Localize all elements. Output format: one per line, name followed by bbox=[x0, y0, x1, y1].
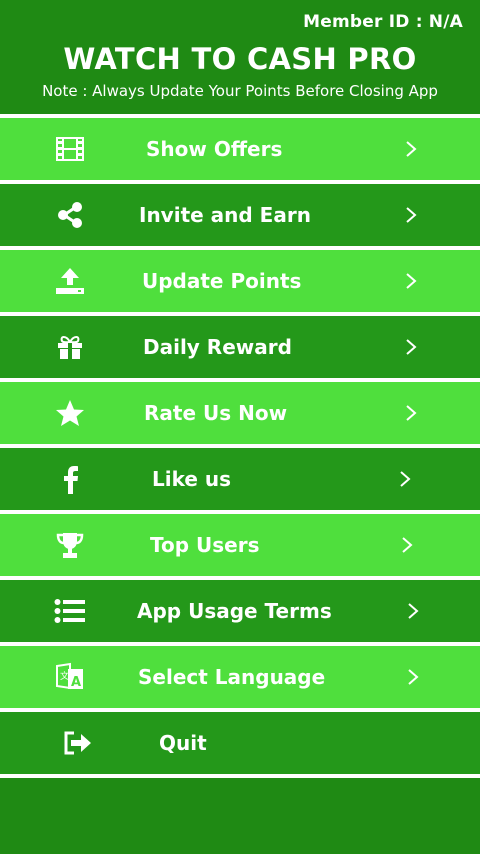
app-title: WATCH TO CASH PRO bbox=[63, 42, 417, 76]
menu-item-label: Show Offers bbox=[146, 137, 283, 161]
menu-item-daily-reward[interactable]: Daily Reward bbox=[0, 312, 480, 378]
menu-item-label: Rate Us Now bbox=[144, 401, 288, 425]
menu-item-top-users[interactable]: Top Users bbox=[0, 510, 480, 576]
gift-icon bbox=[54, 332, 86, 362]
member-id-label: Member ID : N/A bbox=[303, 12, 463, 32]
menu-item-update-points[interactable]: Update Points bbox=[0, 246, 480, 312]
list-icon bbox=[54, 596, 86, 626]
trophy-icon bbox=[54, 530, 86, 560]
note-text: Note : Always Update Your Points Before … bbox=[42, 82, 438, 100]
svg-text:A: A bbox=[71, 675, 81, 690]
menu-item-app-usage-terms[interactable]: App Usage Terms bbox=[0, 576, 480, 642]
menu-item-label: Select Language bbox=[138, 665, 326, 689]
upload-icon bbox=[54, 266, 86, 296]
menu-item-label: App Usage Terms bbox=[137, 599, 332, 623]
menu-item-select-language[interactable]: 文 A Select Language bbox=[0, 642, 480, 708]
menu-item-invite-and-earn[interactable]: Invite and Earn bbox=[0, 180, 480, 246]
share-icon bbox=[54, 200, 86, 230]
menu-item-label: Update Points bbox=[142, 269, 302, 293]
menu-item-label: Daily Reward bbox=[143, 335, 292, 359]
star-icon bbox=[54, 398, 86, 428]
menu-item-quit[interactable]: Quit bbox=[0, 708, 480, 778]
facebook-icon bbox=[54, 464, 86, 494]
app-header: Member ID : N/A WATCH TO CASH PRO Note :… bbox=[0, 0, 480, 114]
translate-icon: 文 A bbox=[54, 662, 86, 692]
film-icon bbox=[54, 134, 86, 164]
menu-item-label: Invite and Earn bbox=[139, 203, 311, 227]
menu-item-label: Top Users bbox=[150, 533, 260, 557]
main-menu: Show Offers Invite and Earn Update Point… bbox=[0, 114, 480, 778]
menu-item-label: Quit bbox=[159, 731, 207, 755]
chevron-right-icon bbox=[398, 469, 412, 489]
menu-item-like-us[interactable]: Like us bbox=[0, 444, 480, 510]
chevron-right-icon bbox=[406, 667, 420, 687]
svg-text:文: 文 bbox=[60, 670, 69, 682]
chevron-right-icon bbox=[404, 403, 418, 423]
chevron-right-icon bbox=[406, 601, 420, 621]
chevron-right-icon bbox=[404, 271, 418, 291]
chevron-right-icon bbox=[400, 535, 414, 555]
menu-item-label: Like us bbox=[152, 467, 232, 491]
menu-item-show-offers[interactable]: Show Offers bbox=[0, 114, 480, 180]
chevron-right-icon bbox=[404, 139, 418, 159]
menu-item-rate-us-now[interactable]: Rate Us Now bbox=[0, 378, 480, 444]
chevron-right-icon bbox=[404, 205, 418, 225]
chevron-right-icon bbox=[404, 337, 418, 357]
exit-icon bbox=[62, 728, 94, 758]
